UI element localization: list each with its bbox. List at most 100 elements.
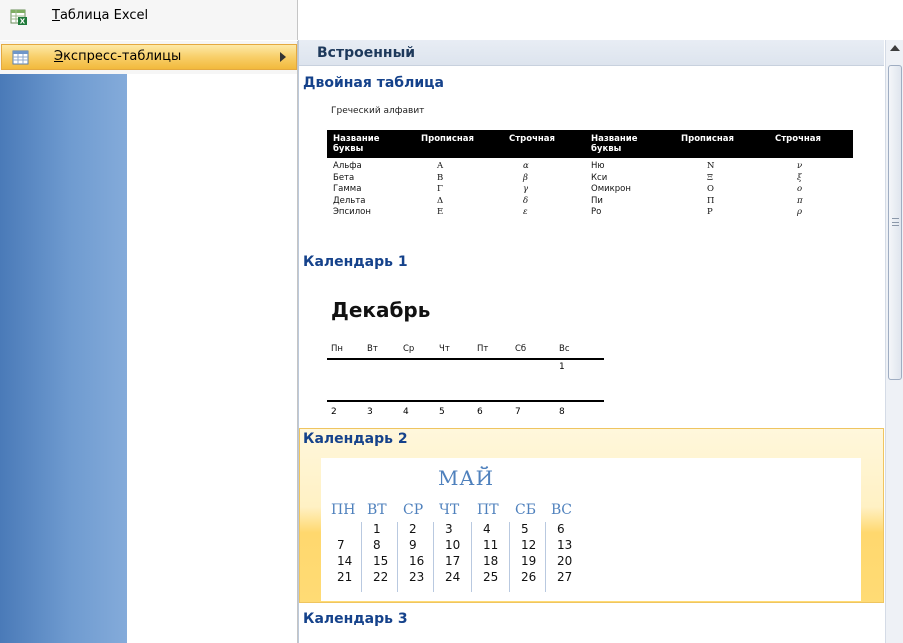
table-cell: Дельта xyxy=(333,195,366,206)
calendar-rule xyxy=(327,358,604,360)
scrollbar-thumb[interactable] xyxy=(888,65,902,380)
calendar-day-number: 13 xyxy=(557,538,573,552)
calendar-day-header: СБ xyxy=(515,502,536,518)
calendar-day-number: 7 xyxy=(515,407,521,417)
calendar-day-number: 2 xyxy=(409,522,417,536)
calendar-day-number: 15 xyxy=(373,554,389,568)
table-cell: Ν xyxy=(707,161,715,171)
calendar-day-number: 10 xyxy=(445,538,461,552)
header-cell: Прописная xyxy=(421,134,474,144)
calendar-day-number: 12 xyxy=(521,538,537,552)
table-cell: Γ xyxy=(437,184,443,194)
calendar-column-divider xyxy=(471,522,472,592)
menu-item-excel-table[interactable]: X Таблица Excel xyxy=(0,4,298,30)
header-cell: Прописная xyxy=(681,134,734,144)
calendar-rule xyxy=(327,400,604,402)
table-cell: Эпсилон xyxy=(333,207,371,217)
menu-panel: X Таблица Excel Экспресс-таблицы xyxy=(0,0,298,74)
calendar-day-number: 1 xyxy=(559,362,565,372)
scroll-up-icon[interactable] xyxy=(886,40,903,58)
calendar-day-number: 4 xyxy=(483,522,491,536)
vertical-scrollbar[interactable] xyxy=(885,40,903,643)
menu-item-label: Таблица Excel xyxy=(52,8,149,23)
table-row: Гамма Γγ Омикрон Οο xyxy=(327,184,853,195)
calendar-day-header: ЧТ xyxy=(439,502,460,518)
calendar-day-number: 21 xyxy=(337,570,353,584)
calendar-day-number: 22 xyxy=(373,570,389,584)
calendar-day-number: 18 xyxy=(483,554,499,568)
menu-item-quick-tables[interactable]: Экспресс-таблицы xyxy=(1,44,297,70)
calendar-day-number: 8 xyxy=(559,407,565,417)
gallery-item-calendar-2[interactable]: МАЙ ПН ВТ СР ЧТ ПТ СБ ВС 1 2 3 4 5 6 7 8 9 10 11 12 13 14 15… xyxy=(321,458,861,601)
table-cell: Бета xyxy=(333,172,355,183)
menu-item-label: Экспресс-таблицы xyxy=(54,49,182,64)
calendar-day-number: 5 xyxy=(439,407,445,417)
calendar-day-number: 3 xyxy=(367,407,373,417)
section-title-double-table: Двойная таблица xyxy=(303,75,444,91)
table-cell: γ xyxy=(523,184,529,194)
table-grid-icon xyxy=(12,50,29,65)
calendar-column-divider xyxy=(397,522,398,592)
calendar-day-number: 20 xyxy=(557,554,573,568)
table-row: Дельта Δδ Пи Ππ xyxy=(327,196,853,207)
calendar-day-header: Вс xyxy=(559,344,570,354)
table-cell: Альфа xyxy=(333,161,362,171)
table-cell: Ε xyxy=(437,207,444,217)
calendar-column-divider xyxy=(509,522,510,592)
table-cell: ε xyxy=(523,207,528,217)
table-row: Бета Ββ Кси Ξξ xyxy=(327,173,853,184)
calendar-day-number: 26 xyxy=(521,570,537,584)
table-cell: Ο xyxy=(707,184,714,194)
calendar-day-number: 4 xyxy=(403,407,409,417)
menu-body xyxy=(127,74,298,643)
calendar-day-header: Ср xyxy=(403,344,415,354)
calendar-day-header: Пн xyxy=(331,344,343,354)
calendar-day-number: 24 xyxy=(445,570,461,584)
table-cell: Кси xyxy=(591,172,608,183)
calendar-day-number: 16 xyxy=(409,554,425,568)
calendar-month: МАЙ xyxy=(437,466,495,490)
calendar-column-divider xyxy=(433,522,434,592)
header-cell: Строчная xyxy=(775,134,821,144)
calendar-day-number: 2 xyxy=(331,407,337,417)
table-cell: Ро xyxy=(591,207,602,217)
calendar-day-number: 6 xyxy=(557,522,565,536)
table-cell: ο xyxy=(797,184,803,194)
scrollbar-grip-icon xyxy=(892,218,899,226)
gallery-item-double-table[interactable]: Греческий алфавит Название буквы Прописн… xyxy=(317,100,857,240)
section-title-calendar-1: Календарь 1 xyxy=(303,254,408,270)
table-cell: Омикрон xyxy=(591,184,631,194)
quick-tables-menu: X Таблица Excel Экспресс-таблицы Встроен… xyxy=(0,0,903,643)
calendar-day-header: Чт xyxy=(439,344,450,354)
section-title-calendar-3: Календарь 3 xyxy=(303,611,408,627)
table-cell: π xyxy=(797,195,803,206)
calendar-day-number: 8 xyxy=(373,538,381,552)
table-cell: α xyxy=(523,161,529,171)
header-cell: Название буквы xyxy=(333,134,380,154)
calendar-day-number: 1 xyxy=(373,522,381,536)
calendar-day-header: Сб xyxy=(515,344,527,354)
table-cell: Ню xyxy=(591,161,605,171)
gallery-item-calendar-1[interactable]: Декабрь Пн Вт Ср Чт Пт Сб Вс 1 2 3 4 5 6 7 8 xyxy=(317,282,857,422)
calendar-day-number: 9 xyxy=(409,538,417,552)
table-cell: ξ xyxy=(797,172,802,183)
calendar-day-number: 23 xyxy=(409,570,425,584)
gallery-header-label: Встроенный xyxy=(317,45,416,61)
calendar-day-number: 17 xyxy=(445,554,461,568)
gallery-header: Встроенный xyxy=(299,40,884,66)
calendar-day-number: 14 xyxy=(337,554,353,568)
table-row: Альфа Αα Ню Νν xyxy=(327,161,853,172)
calendar-day-header: ПН xyxy=(331,502,356,518)
section-title-calendar-2: Календарь 2 xyxy=(303,431,408,447)
calendar-month: Декабрь xyxy=(331,298,431,322)
calendar-day-number: 11 xyxy=(483,538,499,552)
table-cell: Ρ xyxy=(707,207,713,217)
header-cell: Строчная xyxy=(509,134,555,144)
calendar-day-number: 5 xyxy=(521,522,529,536)
calendar-day-header: Вт xyxy=(367,344,378,354)
calendar-day-number: 3 xyxy=(445,522,453,536)
menu-separator xyxy=(0,40,298,41)
table-cell: Гамма xyxy=(333,184,362,194)
calendar-day-header: ПТ xyxy=(477,502,499,518)
calendar-day-header: ВТ xyxy=(367,502,387,518)
